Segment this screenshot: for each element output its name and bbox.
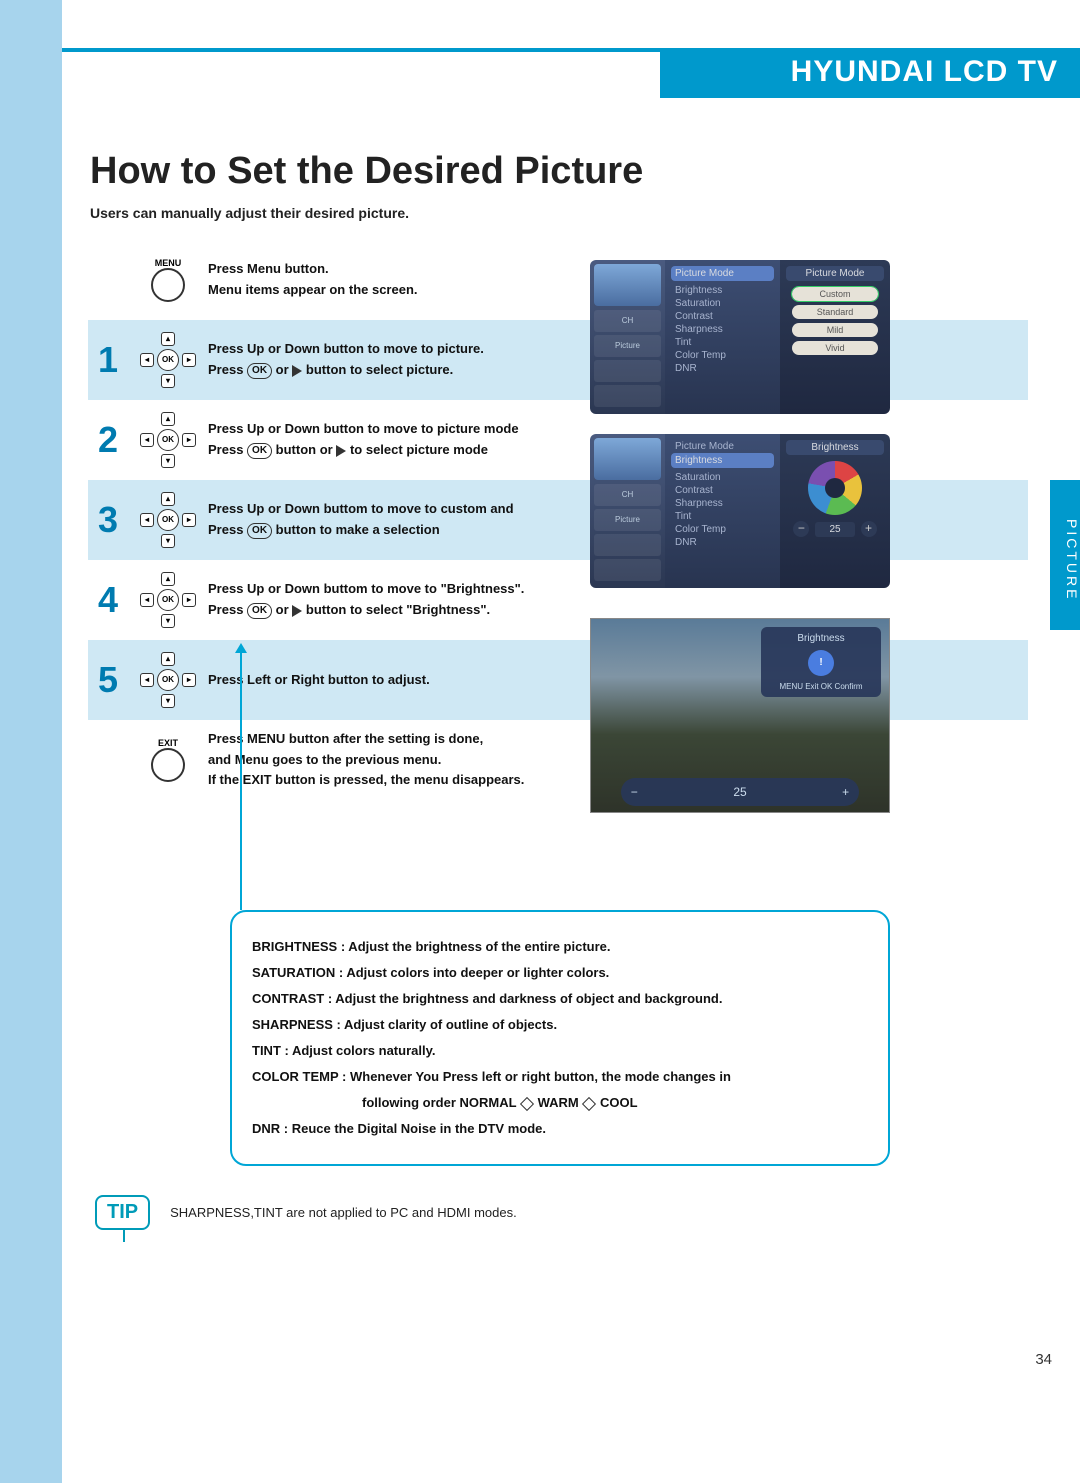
color-wheel-icon [808,461,862,515]
step-number: 3 [88,499,128,541]
step-number: 4 [88,579,128,621]
tip-badge: TIP [95,1195,150,1230]
ok-icon: OK [247,523,272,539]
page-title: How to Set the Desired Picture [90,150,643,193]
osd-item-selected: Picture Mode [671,266,774,281]
osd-item-selected: Brightness [671,453,774,468]
definition-text: SATURATION : Adjust colors into deeper o… [252,960,868,986]
page-number: 34 [1035,1351,1052,1368]
osd-screenshots: CH Picture Picture Mode Brightness Satur… [590,260,890,813]
step-number: 2 [88,419,128,461]
definition-text: TINT : Adjust colors naturally. [252,1038,868,1064]
osd-preview [594,264,661,306]
definitions-callout: BRIGHTNESS : Adjust the brightness of th… [230,910,890,1166]
osd-picture-mode: CH Picture Picture Mode Brightness Satur… [590,260,890,414]
dpad-icon: ▴▾◂▸ OK [140,492,196,548]
dpad-icon: ▴▾◂▸ OK [140,572,196,628]
osd-brightness: CH Picture Picture Mode Brightness Satur… [590,434,890,588]
play-icon [292,365,302,377]
brightness-preview-photo: Brightness ! MENU Exit OK Confirm − 25 + [590,618,890,813]
definition-text: COLOR TEMP : Whenever You Press left or … [252,1064,868,1090]
header-bar [62,48,1080,52]
definition-text: BRIGHTNESS : Adjust the brightness of th… [252,934,868,960]
exit-label: EXIT [158,738,178,748]
dpad-icon: ▴▾◂▸ OK [140,652,196,708]
plus-icon: + [842,785,849,799]
ok-icon: OK [247,443,272,459]
ok-icon: OK [247,603,272,619]
definition-text: SHARPNESS : Adjust clarity of outline of… [252,1012,868,1038]
callout-connector [240,645,242,910]
menu-label: MENU [155,258,182,268]
minus-icon: − [631,785,638,799]
arrow-icon [582,1096,596,1110]
page-subtitle: Users can manually adjust their desired … [90,205,409,221]
ok-icon: OK [247,363,272,379]
dpad-icon: ▴▾◂▸ OK [140,412,196,468]
arrow-icon [520,1096,534,1110]
tip-box: TIP SHARPNESS,TINT are not applied to PC… [95,1195,895,1230]
exit-button-icon [151,748,185,782]
tip-text: SHARPNESS,TINT are not applied to PC and… [170,1205,517,1220]
definition-text: DNR : Reuce the Digital Noise in the DTV… [252,1116,868,1142]
dpad-icon: ▴▾◂▸ OK [140,332,196,388]
play-icon [336,445,346,457]
section-tab-picture: PICTURE [1050,480,1080,630]
step-number: 1 [88,339,128,381]
brand-title: HYUNDAI LCD TV [791,55,1058,89]
play-icon [292,605,302,617]
step-number: 5 [88,659,128,701]
definition-text: CONTRAST : Adjust the brightness and dar… [252,986,868,1012]
menu-button-icon [151,268,185,302]
definition-text: following order NORMAL WARM COOL [252,1090,868,1116]
left-band [0,0,62,1483]
